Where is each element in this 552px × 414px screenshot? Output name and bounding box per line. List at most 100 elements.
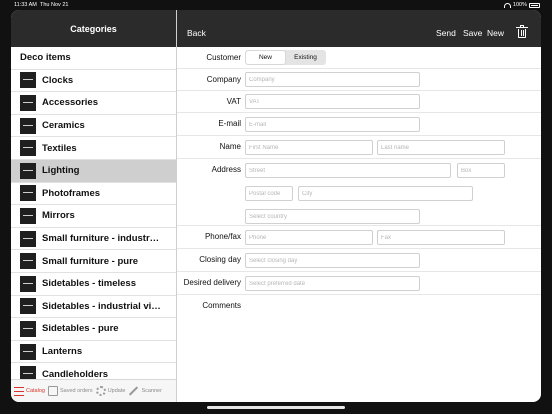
customer-form-pane: Back Send Save New Customer New Existing… <box>177 10 541 402</box>
category-row[interactable]: Small furniture - industr… <box>11 228 176 251</box>
email-input[interactable] <box>245 117 420 132</box>
category-row[interactable]: Small furniture - pure <box>11 250 176 273</box>
email-row: E-mail <box>177 113 541 136</box>
name-label: Name <box>219 142 241 151</box>
category-row[interactable]: Textiles <box>11 137 176 160</box>
customer-new-option[interactable]: New <box>246 51 285 64</box>
category-row[interactable]: Sidetables - timeless <box>11 273 176 296</box>
category-row[interactable]: Mirrors <box>11 205 176 228</box>
company-input[interactable] <box>245 72 420 87</box>
category-label: Sidetables - industrial vi… <box>42 300 161 312</box>
delivery-row: Desired delivery <box>177 272 541 295</box>
category-row[interactable]: Ceramics <box>11 115 176 138</box>
category-thumbnail <box>20 230 36 247</box>
status-time: 11:33 AM <box>14 2 37 8</box>
category-label: Lighting <box>42 165 80 177</box>
box-icon <box>47 386 58 396</box>
tab-scanner[interactable]: Scanner <box>128 386 162 396</box>
category-label: Photoframes <box>42 187 101 199</box>
category-label: Textiles <box>42 142 77 154</box>
status-bar: 11:33 AM Thu Nov 21 100% <box>0 0 552 10</box>
vat-label: VAT <box>226 97 241 106</box>
fax-input[interactable] <box>377 230 505 245</box>
city-input[interactable] <box>298 186 473 201</box>
new-button[interactable]: New <box>487 28 504 38</box>
email-label: E-mail <box>218 119 241 128</box>
category-thumbnail <box>20 185 36 202</box>
vat-input[interactable] <box>245 94 420 109</box>
closing-day-row: Closing day <box>177 249 541 272</box>
phone-label: Phone/fax <box>204 232 241 241</box>
battery-percent: 100% <box>512 2 527 8</box>
category-thumbnail <box>20 253 36 270</box>
company-label: Company <box>206 75 241 84</box>
postal-code-input[interactable] <box>245 186 293 201</box>
category-label: Small furniture - industr… <box>42 233 160 245</box>
gear-icon <box>95 386 106 396</box>
tab-catalog[interactable]: Catalog <box>14 386 45 396</box>
category-list: Deco items Clocks Accessories Ceramics Texti… <box>11 47 176 386</box>
category-label: Accessories <box>42 97 98 109</box>
country-select[interactable] <box>245 209 420 224</box>
comments-label: Comments <box>202 301 241 310</box>
list-icon <box>14 386 24 396</box>
category-thumbnail <box>20 162 36 179</box>
comments-row[interactable]: Comments <box>177 295 541 395</box>
customer-segmented-control: New Existing <box>245 50 326 65</box>
street-input[interactable] <box>245 163 451 178</box>
delivery-label: Desired delivery <box>183 278 241 287</box>
category-thumbnail <box>20 320 36 337</box>
category-row[interactable]: Lighting <box>11 159 176 183</box>
category-label: Clocks <box>42 74 74 86</box>
category-label: Small furniture - pure <box>42 255 139 267</box>
categories-title: Categories <box>70 23 117 34</box>
vat-row: VAT <box>177 91 541 113</box>
category-label: Deco items <box>20 52 71 64</box>
last-name-input[interactable] <box>377 140 505 155</box>
customer-label: Customer <box>206 53 241 62</box>
save-button[interactable]: Save <box>463 28 482 38</box>
battery-icon <box>529 2 540 8</box>
category-row[interactable]: Photoframes <box>11 183 176 206</box>
send-button[interactable]: Send <box>436 28 456 38</box>
name-row: Name <box>177 136 541 159</box>
customer-existing-option[interactable]: Existing <box>286 51 325 64</box>
status-date: Thu Nov 21 <box>40 2 69 8</box>
first-name-input[interactable] <box>245 140 373 155</box>
tab-label: Catalog <box>26 388 45 394</box>
address-row: Address <box>177 159 541 226</box>
category-thumbnail <box>20 117 36 134</box>
category-row[interactable]: Clocks <box>11 70 176 93</box>
tab-saved-orders[interactable]: Saved orders <box>47 386 93 396</box>
company-row: Company <box>177 69 541 91</box>
wifi-icon <box>503 2 511 8</box>
category-thumbnail <box>20 207 36 224</box>
category-row[interactable]: Accessories <box>11 92 176 115</box>
category-label: Candleholders <box>42 368 108 380</box>
trash-can <box>518 29 526 38</box>
closing-day-select[interactable] <box>245 253 420 268</box>
box-input[interactable] <box>457 163 505 178</box>
category-row[interactable]: Sidetables - industrial vi… <box>11 296 176 319</box>
phone-row: Phone/fax <box>177 226 541 249</box>
category-row[interactable]: Lanterns <box>11 341 176 364</box>
pen-icon <box>129 386 139 396</box>
status-right: 100% <box>503 2 540 8</box>
delivery-date-select[interactable] <box>245 276 420 291</box>
phone-input[interactable] <box>245 230 373 245</box>
customer-row: Customer New Existing <box>177 47 541 69</box>
category-label: Sidetables - pure <box>42 323 119 335</box>
trash-lid <box>516 27 528 28</box>
category-row[interactable]: Sidetables - pure <box>11 318 176 341</box>
address-label: Address <box>211 165 241 174</box>
category-label: Mirrors <box>42 210 75 222</box>
category-thumbnail <box>20 94 36 111</box>
category-label: Lanterns <box>42 346 83 358</box>
categories-header: Categories <box>11 10 176 47</box>
category-thumbnail <box>20 298 36 315</box>
trash-icon[interactable] <box>516 25 528 38</box>
tab-update[interactable]: Update <box>95 386 125 396</box>
back-button[interactable]: Back <box>187 28 206 38</box>
category-label: Sidetables - timeless <box>42 278 136 290</box>
categories-pane: Categories Deco items Clocks Accessories Ce… <box>11 10 177 402</box>
